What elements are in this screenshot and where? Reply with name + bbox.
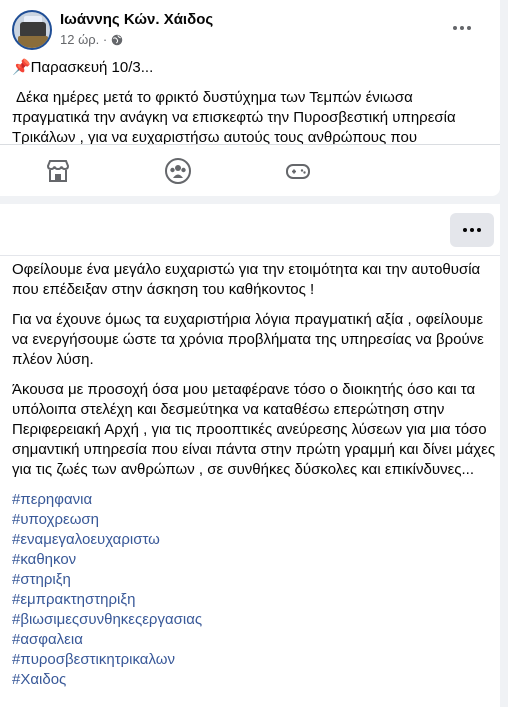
preview-line: Δέκα ημέρες μετά το φρικτό δυστύχημα των…: [16, 89, 413, 106]
paragraph: Για να έχουνε όμως τα ευχαριστήρια λόγια…: [12, 311, 484, 368]
post-body: Οφείλουμε ένα μεγάλο ευχαριστώ για την ε…: [12, 260, 496, 690]
post-card-preview: Ιωάννης Κών. Χάιδος 12 ώρ. · 📌Παρασκευή …: [0, 0, 500, 196]
post-card-expanded: Οφείλουμε ένα μεγάλο ευχαριστώ για την ε…: [0, 204, 500, 707]
post-text-preview: 📌Παρασκευή 10/3... Δέκα ημέρες μετά το φ…: [12, 58, 496, 148]
more-icon: [463, 228, 481, 232]
post-meta: Ιωάννης Κών. Χάιδος 12 ώρ. ·: [60, 11, 213, 47]
hashtag-link[interactable]: #καθηκον: [12, 550, 496, 570]
hashtag-link[interactable]: #πυροσβεστικητρικαλων: [12, 650, 496, 670]
paragraph: Οφείλουμε ένα μεγάλο ευχαριστώ για την ε…: [12, 261, 481, 298]
hashtag-link[interactable]: #εμπρακτηστηριξη: [12, 590, 496, 610]
hashtag-link[interactable]: #εναμεγαλοευχαριστω: [12, 530, 496, 550]
post-header: Ιωάννης Κών. Χάιδος 12 ώρ. ·: [12, 10, 213, 50]
preview-line: πραγματικά την ανάγκη να επισκεφτώ την Π…: [12, 109, 456, 126]
gaming-icon[interactable]: [284, 157, 312, 185]
post-options-button[interactable]: [446, 14, 478, 42]
hashtag-link[interactable]: #ασφαλεια: [12, 630, 496, 650]
more-icon: [453, 26, 471, 30]
marketplace-icon[interactable]: [44, 157, 72, 185]
hashtag-link[interactable]: #στηριξη: [12, 570, 496, 590]
hashtag-link[interactable]: #Χαιδος: [12, 670, 496, 690]
hashtag-link[interactable]: #περηφανια: [12, 490, 496, 510]
hashtag-link[interactable]: #βιωσιμεςσυνθηκεςεργασιας: [12, 610, 496, 630]
author-name[interactable]: Ιωάννης Κών. Χάιδος: [60, 11, 213, 28]
hashtag-list: #περηφανια #υποχρεωση #εναμεγαλοευχαριστ…: [12, 490, 496, 690]
hashtag-link[interactable]: #υποχρεωση: [12, 510, 496, 530]
timestamp-row: 12 ώρ. ·: [60, 32, 213, 47]
bottom-nav-bar: [0, 144, 500, 194]
post-pin-line: 📌Παρασκευή 10/3...: [12, 59, 154, 76]
timestamp[interactable]: 12 ώρ.: [60, 32, 99, 47]
groups-icon[interactable]: [164, 157, 192, 185]
expanded-post-toolbar: [0, 204, 500, 256]
globe-icon: [111, 34, 123, 45]
more-options-button[interactable]: [450, 213, 494, 247]
dot-separator: ·: [99, 32, 108, 47]
avatar[interactable]: [12, 10, 52, 50]
paragraph: Άκουσα με προσοχή όσα μου μεταφέρανε τόσ…: [12, 381, 496, 478]
